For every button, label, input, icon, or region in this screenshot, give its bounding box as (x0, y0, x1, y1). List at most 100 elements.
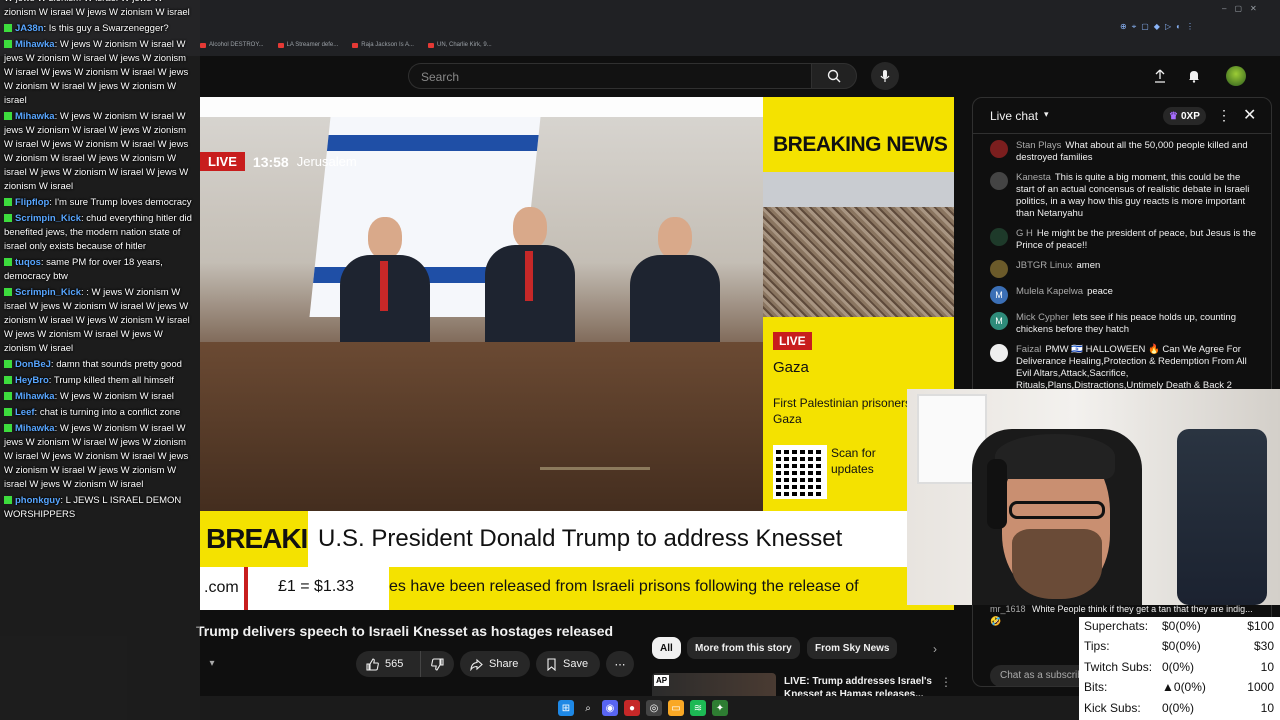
overlay-chat-author: phonkguy (15, 495, 61, 506)
save-button[interactable]: Save (536, 651, 600, 677)
youtube-header: Search (200, 56, 1280, 96)
live-location: Jerusalem (296, 154, 357, 169)
chip-from-sky-news[interactable]: From Sky News (807, 637, 898, 659)
bookmark-item[interactable]: UN, Charlie Kirk, 9... (427, 38, 492, 52)
chat-message: Kanesta This is quite a big moment, this … (973, 168, 1271, 224)
windows-start-icon[interactable]: ⊞ (558, 700, 574, 716)
webcam-overlay (907, 389, 1280, 605)
upload-icon (1155, 69, 1165, 83)
folder-icon[interactable]: ▭ (668, 700, 684, 716)
bookmark-item[interactable]: Raja Jackson Is A... (352, 38, 414, 52)
sound-icon[interactable]: ◐ (1176, 22, 1181, 32)
kick-badge-icon (4, 424, 12, 433)
chevron-down-icon[interactable]: ▾ (205, 656, 219, 670)
chip-more-from-story[interactable]: More from this story (687, 637, 800, 659)
kick-badge-icon (4, 376, 12, 385)
account-avatar[interactable] (1226, 66, 1246, 86)
overlay-chat-message: JA38n: Is this guy a Swarzenegger? (4, 22, 196, 36)
close-window-icon[interactable]: ✕ (1250, 4, 1257, 13)
overlay-chat-author: Mihawka (15, 423, 55, 434)
overlay-chat-message: Flipflop: I'm sure Trump loves democracy (4, 196, 196, 210)
news-ticker: .com £1 = $1.33 es have been released fr… (200, 567, 954, 610)
obs-icon[interactable]: ● (624, 700, 640, 716)
video-player[interactable]: LIVE 13:58 Jerusalem BREAKING NEWS LIVE … (200, 97, 954, 610)
chat-author: Mick Cypher (1016, 312, 1069, 323)
live-time: 13:58 (252, 153, 289, 170)
spotify-icon[interactable]: ≋ (690, 700, 706, 716)
overlay-chat-author: Scrimpin_Kick (15, 213, 81, 224)
minimize-icon[interactable]: – (1222, 4, 1226, 13)
avatar (990, 260, 1008, 278)
live-chat-title[interactable]: Live chat (990, 109, 1038, 123)
chat-author: G H (1016, 228, 1033, 239)
stat-row-twitch-subs: Twitch Subs: 0(0%) 10 (1084, 660, 1274, 674)
chat-text: peace (1087, 286, 1113, 297)
bookmark-item[interactable]: Alcohol DESTROY... (200, 38, 264, 52)
ticker-text: es have been released from Israeli priso… (389, 567, 954, 610)
overlay-chat-author: Leef (15, 407, 35, 418)
lower-third: BREAKING NEWS U.S. President Donald Trum… (200, 511, 954, 567)
microphone-icon (880, 70, 890, 82)
overlay-chat-author: Mihawka (15, 39, 55, 50)
app-icon[interactable]: ✦ (712, 700, 728, 716)
overlay-chat-message: DonBeJ: damn that sounds pretty good (4, 358, 196, 372)
zoom-icon[interactable]: ⊕ (1120, 22, 1127, 32)
windows-taskbar: ⊞ ⌕ ◉ ● ◎ ▭ ≋ ✦ (200, 696, 1079, 720)
notifications-button[interactable] (1184, 66, 1204, 86)
overlay-chat-message: phonkguy: L JEWS L ISRAEL DEMON WORSHIPP… (4, 495, 182, 520)
overlay-chat-message: Mihawka: W jews W zionism W israel W jew… (4, 111, 189, 192)
search-input[interactable]: Search (408, 63, 811, 89)
xp-badge[interactable]: ♛ 0XP (1163, 107, 1206, 125)
search-button[interactable] (811, 63, 857, 89)
gem-icon: ♛ (1169, 110, 1178, 122)
maximize-icon[interactable]: ▢ (1234, 4, 1242, 13)
discord-icon[interactable]: ◉ (602, 700, 618, 716)
like-button[interactable]: 565 (356, 651, 420, 677)
chevron-right-icon[interactable]: › (926, 640, 944, 658)
pin-icon[interactable]: ⌖ (1132, 22, 1137, 32)
streamer-beard (1012, 529, 1102, 599)
chevron-down-icon[interactable]: ▾ (1044, 109, 1049, 120)
shield-icon[interactable]: ◆ (1154, 22, 1160, 32)
youtube-icon (427, 42, 434, 48)
live-tag: LIVE (200, 152, 245, 171)
bookmark-item[interactable]: LA Streamer defe... (277, 38, 338, 52)
more-actions-button[interactable]: ⋯ (606, 651, 634, 677)
overlay-chat-message: Scrimpin_Kick: chud everything hitler di… (4, 213, 192, 252)
play-icon[interactable]: ▷ (1165, 22, 1171, 32)
chat-message: Faizal PMW 🇮🇱 HALLOWEEN 🔥 Can We Agree Fo… (973, 340, 1271, 396)
chrome-icon[interactable]: ◎ (646, 700, 662, 716)
more-icon: ⋯ (614, 658, 626, 671)
chat-author: JBTGR Linux (1016, 260, 1073, 271)
chip-all[interactable]: All (652, 637, 681, 659)
share-button[interactable]: Share (460, 651, 530, 677)
more-vertical-icon[interactable]: ⋮ (940, 675, 952, 689)
overlay-chat-text: W jews W zionism W israel (59, 391, 174, 402)
speaker-figure (485, 207, 575, 347)
overlay-chat-message: Mihawka: W jews W zionism W israel W jew… (4, 423, 189, 490)
search-icon (827, 69, 841, 83)
menorah-emblem (540, 467, 650, 517)
extension-icon[interactable]: ▢ (1141, 22, 1149, 32)
more-vertical-icon[interactable]: ⋮ (1217, 107, 1231, 124)
chat-text: This is quite a big moment, this could b… (1016, 172, 1250, 219)
headset (987, 459, 1007, 529)
live-chat-header: Live chat ▾ ♛ 0XP ⋮ ✕ (973, 98, 1271, 134)
speaker-figure (340, 217, 430, 357)
video-frame: LIVE 13:58 Jerusalem (200, 117, 763, 532)
close-icon[interactable]: ✕ (1243, 105, 1256, 125)
window-controls: – ▢ ✕ (1222, 4, 1257, 13)
stat-row-superchats: Superchats: $0(0%) $100 (1084, 619, 1274, 633)
overlay-chat-message: Scrimpin_Kick: : W jews W zionism W isra… (4, 287, 190, 354)
voice-search-button[interactable] (871, 62, 899, 90)
stat-row-tips: Tips: $0(0%) $30 (1084, 639, 1274, 653)
kick-badge-icon (4, 408, 12, 417)
overlay-chat-message: Mihawka: W jews W zionism W israel W jew… (4, 39, 189, 106)
upload-button[interactable] (1150, 66, 1170, 86)
settings-icon[interactable]: ⋮ (1186, 22, 1194, 32)
overlay-chat-message: Leef: chat is turning into a conflict zo… (4, 406, 196, 420)
chat-author: Kanesta (1016, 172, 1051, 183)
dislike-button[interactable] (420, 651, 454, 677)
panel-live-badge: LIVE (773, 332, 812, 350)
search-icon[interactable]: ⌕ (580, 700, 596, 716)
